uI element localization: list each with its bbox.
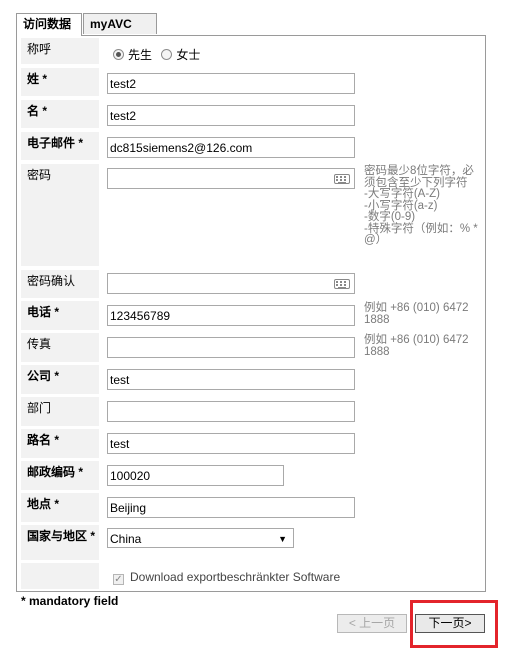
company-row: 公司 * test (21, 365, 483, 394)
password-confirm-row: 密码确认 (21, 270, 483, 298)
next-button-highlight (410, 600, 498, 648)
department-input[interactable] (107, 401, 355, 422)
previous-page-button[interactable]: < 上一页 (337, 614, 407, 633)
country-select[interactable]: China ▼ (107, 528, 294, 548)
department-row: 部门 (21, 397, 483, 426)
fax-input[interactable] (107, 337, 355, 358)
street-input[interactable]: test (107, 433, 355, 454)
salutation-row: 称呼 先生 女士 (21, 38, 483, 64)
password-hint: 密码最少8位字符，必须包含至少下列字符 -大写字符(A-Z) -小写字符(a-z… (364, 165, 478, 246)
country-label: 国家与地区 * (21, 525, 99, 560)
department-label: 部门 (21, 397, 99, 426)
email-label: 电子邮件 * (21, 132, 99, 160)
last-name-label: 姓 * (21, 68, 99, 96)
tab-access-data[interactable]: 访问数据 (16, 13, 82, 36)
phone-label: 电话 * (21, 301, 99, 330)
country-row: 国家与地区 * China ▼ (21, 525, 483, 560)
email-row: 电子邮件 * dc815siemens2@126.com (21, 132, 483, 160)
phone-input[interactable]: 123456789 (107, 305, 355, 326)
salutation-options: 先生 女士 (113, 46, 200, 63)
export-download-label: Download exportbeschränkter Software (130, 570, 341, 584)
export-download-option: ✓ Download exportbeschränkter Software (113, 570, 340, 585)
first-name-row: 名 * test2 (21, 100, 483, 128)
phone-hint: 例如 +86 (010) 6472 1888 (364, 302, 469, 326)
postal-code-label: 邮政编码 * (21, 461, 99, 490)
password-label: 密码 (21, 164, 99, 266)
last-name-row: 姓 * test2 (21, 68, 483, 96)
city-label: 地点 * (21, 493, 99, 522)
checkbox-checked-icon[interactable]: ✓ (113, 574, 124, 585)
fax-label: 传真 (21, 333, 99, 362)
fax-row: 传真 例如 +86 (010) 6472 1888 (21, 333, 483, 362)
first-name-label: 名 * (21, 100, 99, 128)
company-input[interactable]: test (107, 369, 355, 390)
postal-code-row: 邮政编码 * 100020 (21, 461, 483, 490)
password-input[interactable] (107, 168, 355, 189)
password-row: 密码 密码最少8位字符，必须包含至少下列字符 -大写字符(A-Z) -小写字符(… (21, 164, 483, 266)
password-confirm-label: 密码确认 (21, 270, 99, 298)
salutation-ms-label: 女士 (176, 48, 201, 62)
registration-form: 称呼 先生 女士 姓 * test2 名 * test2 电子邮件 * dc81… (16, 35, 486, 592)
salutation-ms-option[interactable]: 女士 (161, 48, 200, 62)
last-name-input[interactable]: test2 (107, 73, 355, 94)
phone-row: 电话 * 123456789 例如 +86 (010) 6472 1888 (21, 301, 483, 330)
country-selected-value: China (110, 532, 142, 546)
city-input[interactable]: Beijing (107, 497, 355, 518)
keyboard-icon[interactable] (334, 279, 350, 289)
street-row: 路名 * test (21, 429, 483, 458)
tab-myavc[interactable]: myAVC (83, 13, 157, 34)
email-input[interactable]: dc815siemens2@126.com (107, 137, 355, 158)
salutation-label: 称呼 (21, 38, 99, 64)
street-label: 路名 * (21, 429, 99, 458)
radio-unchecked-icon[interactable] (161, 49, 173, 60)
salutation-mr-label: 先生 (128, 48, 153, 62)
password-confirm-input[interactable] (107, 273, 355, 294)
chevron-down-icon[interactable]: ▼ (278, 532, 287, 546)
postal-code-input[interactable]: 100020 (107, 465, 284, 486)
fax-hint: 例如 +86 (010) 6472 1888 (364, 334, 469, 358)
radio-checked-icon[interactable] (113, 49, 124, 60)
export-download-label-cell (21, 563, 99, 589)
keyboard-icon[interactable] (334, 174, 350, 184)
export-download-row: ✓ Download exportbeschränkter Software (21, 563, 483, 589)
company-label: 公司 * (21, 365, 99, 394)
mandatory-note: * mandatory field (21, 594, 119, 608)
city-row: 地点 * Beijing (21, 493, 483, 522)
first-name-input[interactable]: test2 (107, 105, 355, 126)
salutation-mr-option[interactable]: 先生 (113, 48, 152, 62)
